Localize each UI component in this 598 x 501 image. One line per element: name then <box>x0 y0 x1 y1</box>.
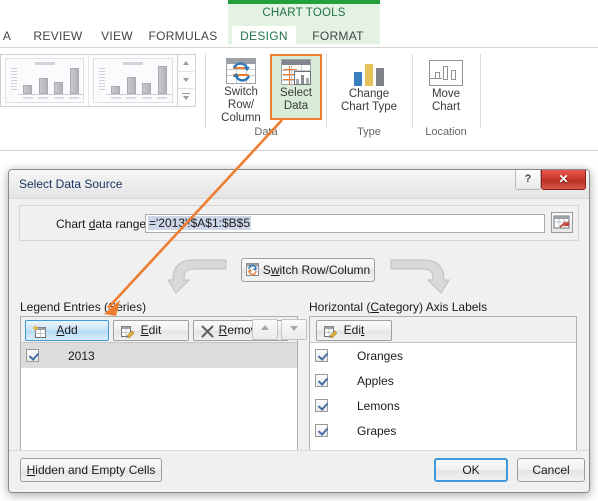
tab-review[interactable]: REVIEW <box>28 26 88 47</box>
category-checkbox[interactable] <box>315 374 328 387</box>
legend-entries-list[interactable]: 2013 <box>21 343 297 450</box>
category-label: Oranges <box>357 348 404 363</box>
legend-entries-heading: Legend Entries (Series) <box>20 300 147 314</box>
edit-category-button[interactable]: Edit <box>316 320 392 341</box>
cancel-button[interactable]: Cancel <box>517 458 585 482</box>
chart-styles-gallery[interactable] <box>0 54 178 107</box>
collapse-dialog-icon <box>553 215 570 229</box>
category-axis-heading: Horizontal (Category) Axis Labels <box>309 300 488 314</box>
ribbon-group-divider <box>326 54 327 128</box>
tab-view[interactable]: VIEW <box>94 26 140 47</box>
ribbon-group-divider <box>412 54 413 128</box>
gallery-scroll-down-button[interactable] <box>178 72 194 89</box>
bar-chart-icon <box>351 60 387 86</box>
switch-row-column-small-icon <box>245 263 259 276</box>
help-button[interactable]: ? <box>515 170 541 190</box>
move-chart-label-line2: Chart <box>431 101 461 113</box>
left-curved-arrow-icon <box>167 259 227 294</box>
ribbon-group-divider <box>205 54 206 128</box>
switch-row-column-ribbon-button[interactable]: Switch Row/ Column <box>210 54 272 124</box>
right-curved-arrow-icon <box>390 259 450 294</box>
select-data-ribbon-button[interactable]: Select Data <box>270 54 322 120</box>
category-row[interactable]: Apples <box>310 368 576 393</box>
chart-data-range-label: Chart data range: <box>56 217 150 231</box>
move-series-down-button[interactable] <box>281 319 307 340</box>
switch-row-column-icon <box>226 58 256 84</box>
triangle-down-icon <box>290 326 298 331</box>
select-data-icon <box>281 59 311 85</box>
tab-format[interactable]: FORMAT <box>300 26 376 47</box>
gallery-scroll-buttons[interactable] <box>178 54 196 107</box>
ribbon-group-divider <box>480 54 481 128</box>
move-chart-label-line1: Move <box>431 88 461 100</box>
dialog-footer-divider <box>9 450 589 451</box>
chart-data-range-group: Chart data range: ='2013'!$A$1:$B$5 <box>19 205 579 241</box>
chart-data-range-input[interactable]: ='2013'!$A$1:$B$5 <box>145 214 545 233</box>
move-chart-ribbon-button[interactable]: Move Chart <box>416 54 476 124</box>
add-series-button[interactable]: Add <box>25 320 109 341</box>
dialog-titlebar: Select Data Source ? ✕ <box>9 170 589 199</box>
category-label: Lemons <box>357 398 400 413</box>
triangle-up-icon <box>261 325 269 330</box>
gallery-scroll-up-button[interactable] <box>178 55 194 72</box>
category-checkbox[interactable] <box>315 349 328 362</box>
chart-data-range-value: ='2013'!$A$1:$B$5 <box>148 216 252 230</box>
change-chart-type-label-line2: Chart Type <box>340 101 398 113</box>
category-checkbox[interactable] <box>315 399 328 412</box>
category-axis-list[interactable]: Oranges Apples Lemons Grapes <box>310 343 576 450</box>
select-data-label-line2: Data <box>283 100 309 112</box>
swap-arrows-icon <box>232 62 251 82</box>
category-label: Apples <box>357 373 394 388</box>
change-chart-type-ribbon-button[interactable]: Change Chart Type <box>330 54 408 124</box>
category-axis-panel: Edit Oranges Apples Lemons Grapes <box>309 316 577 451</box>
chart-tools-label: CHART TOOLS <box>262 7 346 19</box>
legend-entry-label: 2013 <box>68 348 95 363</box>
tab-design[interactable]: DESIGN <box>232 26 296 47</box>
category-axis-toolbar: Edit <box>310 317 576 343</box>
legend-entry-checkbox[interactable] <box>26 349 39 362</box>
edit-pencil-icon <box>324 325 338 339</box>
edit-pencil-icon <box>121 325 135 339</box>
ribbon-group-label-type: Type <box>357 126 381 138</box>
ok-button[interactable]: OK <box>434 458 508 482</box>
tab-formulas[interactable]: FORMULAS <box>144 26 222 47</box>
move-series-up-button[interactable] <box>252 319 278 340</box>
remove-x-icon <box>201 325 214 338</box>
change-chart-type-label-line1: Change <box>348 88 390 100</box>
range-picker-icon[interactable] <box>551 212 573 233</box>
legend-entry-row[interactable]: 2013 <box>21 343 297 368</box>
chart-tools-accent-bar <box>228 0 380 4</box>
switch-row-column-label-line1: Switch Row/ <box>224 86 258 111</box>
switch-row-column-row: Switch Row/Column <box>9 251 589 297</box>
ribbon-group-label-location: Location <box>425 126 467 138</box>
close-button[interactable]: ✕ <box>541 170 586 190</box>
gallery-more-button[interactable] <box>178 89 194 106</box>
category-row[interactable]: Oranges <box>310 343 576 368</box>
excel-ribbon: CHART TOOLS A REVIEW VIEW FORMULAS DESIG… <box>0 0 598 152</box>
chart-style-thumbnail[interactable] <box>1 55 89 106</box>
select-data-label-line1: Select <box>280 87 312 99</box>
switch-row-column-label-line2: Column <box>221 112 261 124</box>
move-chart-icon <box>429 60 463 86</box>
select-data-source-dialog: Select Data Source ? ✕ Chart data range:… <box>8 169 590 493</box>
chart-style-thumbnail[interactable] <box>89 55 177 106</box>
category-label: Grapes <box>357 423 397 438</box>
switch-row-column-button[interactable]: Switch Row/Column <box>241 258 375 282</box>
dialog-title: Select Data Source <box>19 177 123 191</box>
hidden-and-empty-cells-button[interactable]: Hidden and Empty Cells <box>20 458 162 482</box>
category-row[interactable]: Lemons <box>310 393 576 418</box>
dialog-body: Chart data range: ='2013'!$A$1:$B$5 Swit… <box>9 199 589 492</box>
category-checkbox[interactable] <box>315 424 328 437</box>
ribbon-group-label-data: Data <box>254 126 278 138</box>
ribbon-bottom-divider <box>0 150 598 151</box>
edit-series-button[interactable]: Edit <box>113 320 189 341</box>
category-row[interactable]: Grapes <box>310 418 576 443</box>
add-icon <box>33 325 46 338</box>
ribbon-divider <box>0 47 598 48</box>
tab-data[interactable]: A <box>0 26 18 47</box>
